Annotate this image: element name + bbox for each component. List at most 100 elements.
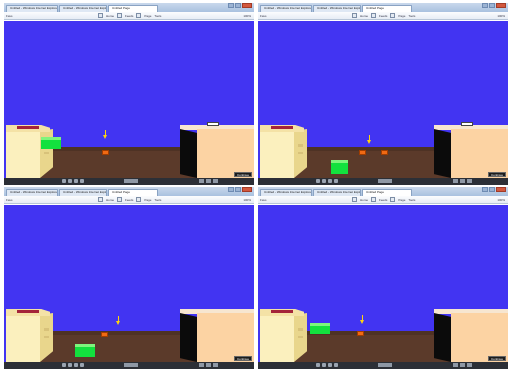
- favorites-link[interactable]: Favs: [260, 14, 267, 18]
- page-button[interactable]: Page: [398, 14, 405, 18]
- browser-tab[interactable]: Untitled - Windows Internet Explorer: [6, 5, 58, 12]
- right-cabinet: [434, 122, 508, 178]
- close-icon[interactable]: [242, 3, 252, 8]
- close-icon[interactable]: [496, 3, 506, 8]
- favorites-link[interactable]: Favs: [6, 14, 13, 18]
- left-cabinet-red-panel: [271, 310, 293, 313]
- left-cabinet: [260, 309, 307, 362]
- feeds-icon[interactable]: [371, 13, 377, 18]
- page-button[interactable]: Page: [144, 14, 151, 18]
- page-icon[interactable]: [390, 13, 396, 18]
- browser-tab[interactable]: Untitled - Windows Internet Explorer: [6, 189, 58, 196]
- page-button[interactable]: Page: [144, 198, 151, 202]
- orange-target[interactable]: [101, 332, 108, 337]
- home-icon[interactable]: [98, 13, 103, 18]
- browser-tab[interactable]: Untitled - Windows Internet Explorer: [260, 189, 312, 196]
- left-cabinet-slot: [298, 152, 303, 154]
- zoom-level[interactable]: 100%: [243, 198, 251, 202]
- tools-button[interactable]: Tools: [408, 198, 415, 202]
- tools-button[interactable]: Tools: [154, 198, 161, 202]
- browser-tab-active[interactable]: Untitled Page: [108, 189, 158, 196]
- 3d-viewport[interactable]: Continue: [4, 21, 254, 178]
- status-icon: [213, 363, 218, 367]
- green-block[interactable]: [331, 160, 348, 174]
- left-cabinet-red-panel: [271, 126, 293, 129]
- browser-tab[interactable]: Untitled - Windows Internet Explorer: [313, 5, 361, 12]
- feeds-icon[interactable]: [117, 13, 123, 18]
- green-block[interactable]: [75, 344, 95, 357]
- tab-label: Untitled - Windows Internet Explorer: [317, 190, 361, 194]
- minimize-icon[interactable]: [482, 3, 488, 8]
- home-icon[interactable]: [352, 197, 357, 202]
- feeds-button[interactable]: Feeds: [379, 198, 387, 202]
- home-button[interactable]: Home: [106, 198, 114, 202]
- 3d-viewport[interactable]: Continue: [258, 21, 508, 178]
- feeds-button[interactable]: Feeds: [125, 14, 133, 18]
- page-icon[interactable]: [390, 197, 396, 202]
- favorites-link[interactable]: Favs: [6, 198, 13, 202]
- browser-tab-active[interactable]: Untitled Page: [108, 5, 158, 12]
- status-icons: [316, 179, 338, 183]
- maximize-icon[interactable]: [235, 3, 241, 8]
- continue-button[interactable]: Continue: [487, 172, 506, 177]
- feeds-icon[interactable]: [117, 197, 123, 202]
- page-icon[interactable]: [136, 13, 142, 18]
- favorites-link[interactable]: Favs: [260, 198, 267, 202]
- home-icon[interactable]: [98, 197, 103, 202]
- orange-target[interactable]: [357, 331, 364, 336]
- zoom-level[interactable]: 100%: [243, 14, 251, 18]
- orange-target[interactable]: [381, 150, 388, 155]
- feeds-button[interactable]: Feeds: [379, 14, 387, 18]
- browser-tab[interactable]: Untitled - Windows Internet Explorer: [313, 189, 361, 196]
- maximize-icon[interactable]: [489, 3, 495, 8]
- continue-button[interactable]: Continue: [487, 356, 506, 361]
- orange-target[interactable]: [359, 150, 366, 155]
- green-block[interactable]: [310, 323, 330, 334]
- green-block[interactable]: [41, 137, 61, 149]
- browser-tab-active[interactable]: Untitled Page: [362, 5, 412, 12]
- feeds-button[interactable]: Feeds: [125, 198, 133, 202]
- tab-label: Untitled Page: [112, 190, 131, 194]
- minimize-icon[interactable]: [228, 3, 234, 8]
- minimize-icon[interactable]: [228, 187, 234, 192]
- status-icon: [460, 363, 465, 367]
- close-icon[interactable]: [242, 187, 252, 192]
- status-icon: [206, 179, 211, 183]
- zoom-level[interactable]: 100%: [497, 198, 505, 202]
- page-button[interactable]: Page: [398, 198, 405, 202]
- tab-label: Untitled Page: [112, 6, 131, 10]
- white-object[interactable]: [461, 122, 473, 126]
- browser-tab[interactable]: Untitled - Windows Internet Explorer: [59, 189, 107, 196]
- home-icon[interactable]: [352, 13, 357, 18]
- status-icon: [80, 363, 84, 367]
- status-icon: [68, 179, 72, 183]
- browser-window-bottom-left: Untitled - Windows Internet Explorer Unt…: [4, 187, 254, 369]
- browser-tab[interactable]: Untitled - Windows Internet Explorer: [260, 5, 312, 12]
- status-icon: [328, 363, 332, 367]
- continue-button[interactable]: Continue: [233, 172, 252, 177]
- 3d-viewport[interactable]: Continue: [4, 205, 254, 362]
- close-icon[interactable]: [496, 187, 506, 192]
- home-button[interactable]: Home: [106, 14, 114, 18]
- zoom-level[interactable]: 100%: [497, 14, 505, 18]
- command-bar: Favs Home Feeds Page Tools 100%: [4, 12, 254, 20]
- tools-button[interactable]: Tools: [408, 14, 415, 18]
- tab-label: Untitled - Windows Internet Explorer: [317, 6, 361, 10]
- feeds-icon[interactable]: [371, 197, 377, 202]
- tab-label: Untitled - Windows Internet Explorer: [63, 6, 107, 10]
- page-icon[interactable]: [136, 197, 142, 202]
- home-button[interactable]: Home: [360, 198, 368, 202]
- tools-button[interactable]: Tools: [154, 14, 161, 18]
- maximize-icon[interactable]: [489, 187, 495, 192]
- minimize-icon[interactable]: [482, 187, 488, 192]
- arrow-head: [116, 321, 120, 325]
- orange-target[interactable]: [102, 150, 109, 155]
- browser-tab[interactable]: Untitled - Windows Internet Explorer: [59, 5, 107, 12]
- 3d-viewport[interactable]: Continue: [258, 205, 508, 362]
- home-button[interactable]: Home: [360, 14, 368, 18]
- browser-tab-active[interactable]: Untitled Page: [362, 189, 412, 196]
- continue-button[interactable]: Continue: [233, 356, 252, 361]
- white-object[interactable]: [207, 122, 219, 126]
- maximize-icon[interactable]: [235, 187, 241, 192]
- status-right-icons: [199, 179, 218, 183]
